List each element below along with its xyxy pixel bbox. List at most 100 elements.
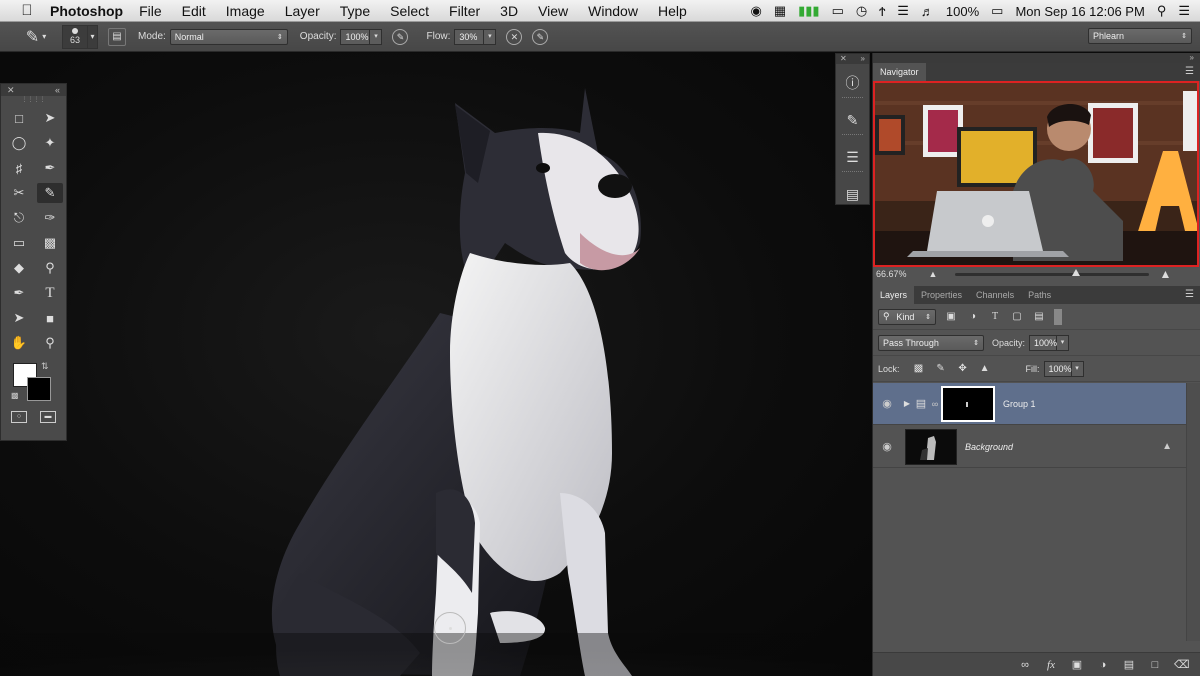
path-selection-tool-icon[interactable]: ➤ xyxy=(6,308,32,328)
default-colors-icon[interactable]: ▩ xyxy=(11,391,19,400)
move-tool-icon[interactable]: ➤ xyxy=(37,108,63,128)
fill-dropdown-icon[interactable]: ▾ xyxy=(1071,360,1084,377)
pen-tool-icon[interactable]: ✒ xyxy=(6,283,32,303)
adjustment-layer-icon[interactable]: ◑ xyxy=(1096,659,1110,671)
zoom-slider[interactable] xyxy=(955,268,1150,276)
airbrush-icon[interactable]: ✕ xyxy=(506,28,523,45)
volume-icon[interactable]: ♬ xyxy=(921,4,934,19)
tab-channels[interactable]: Channels xyxy=(969,286,1021,304)
filter-toggle-icon[interactable] xyxy=(1054,308,1062,325)
clock[interactable]: Mon Sep 16 12:06 PM xyxy=(1015,4,1144,19)
opacity-dropdown-icon[interactable]: ▾ xyxy=(370,28,383,45)
time-machine-icon[interactable]: ◷ xyxy=(856,3,867,19)
crop-tool-icon[interactable]: ♯ xyxy=(6,158,32,178)
layer-name[interactable]: Group 1 xyxy=(1003,399,1036,409)
document-canvas[interactable] xyxy=(0,53,872,676)
brush-panel-toggle-icon[interactable]: ▤ xyxy=(108,27,126,46)
trash-icon[interactable]: ⌫ xyxy=(1174,658,1190,671)
app-menu[interactable]: Photoshop xyxy=(50,3,123,19)
menu-file[interactable]: File xyxy=(139,3,162,19)
pressure-size-icon[interactable]: ✎ xyxy=(532,28,549,45)
quick-mask-icon[interactable]: ○ xyxy=(11,411,27,423)
screen-mode-icon[interactable]: ▬ xyxy=(40,411,56,423)
collapse-icon[interactable]: » xyxy=(1190,53,1194,63)
actions-panel-icon[interactable]: ▤ xyxy=(840,183,866,205)
evernote-icon[interactable]: ◉ xyxy=(750,3,761,19)
navigator-view-box[interactable] xyxy=(873,81,1199,267)
filter-kind-select[interactable]: ⚲ Kind ⇕ xyxy=(878,308,936,325)
notification-center-icon[interactable]: ☰ xyxy=(1178,3,1190,19)
type-tool-icon[interactable]: T xyxy=(37,283,63,303)
menu-window[interactable]: Window xyxy=(588,3,638,19)
zoom-in-icon[interactable]: ▲ xyxy=(1159,267,1171,281)
flow-dropdown-icon[interactable]: ▾ xyxy=(484,28,497,45)
filter-type-icon[interactable]: T xyxy=(988,310,1002,324)
zoom-tool-icon[interactable]: ⚲ xyxy=(37,333,63,353)
brush-presets-icon[interactable]: ☰ xyxy=(840,146,866,168)
lock-position-icon[interactable]: ✥ xyxy=(956,362,970,376)
brush-tool-icon[interactable]: ✎ xyxy=(37,183,63,203)
add-mask-icon[interactable]: ▣ xyxy=(1070,658,1084,671)
eraser-tool-icon[interactable]: ▭ xyxy=(6,233,32,253)
mode-select[interactable]: Normal ⇕ xyxy=(169,28,288,45)
visibility-eye-icon[interactable]: ◉ xyxy=(873,397,901,410)
pressure-opacity-icon[interactable]: ✎ xyxy=(392,28,409,45)
layer-row-background[interactable]: ◉ Background ▲ xyxy=(873,426,1186,468)
apple-menu-icon[interactable]:  xyxy=(18,2,36,19)
expand-arrow-icon[interactable]: ▶ xyxy=(901,399,913,408)
layer-row-group-1[interactable]: ◉ ▶ ▤ ∞ Group 1 xyxy=(873,383,1186,425)
menu-layer[interactable]: Layer xyxy=(285,3,320,19)
brush-picker-dropdown-icon[interactable]: ▾ xyxy=(88,24,98,49)
zoom-percent[interactable]: 66.67% xyxy=(876,269,907,279)
clone-stamp-tool-icon[interactable]: ⎋ xyxy=(6,208,32,228)
filter-shape-icon[interactable]: ▢ xyxy=(1010,310,1024,324)
zoom-out-icon[interactable]: ▲ xyxy=(929,269,938,279)
blend-mode-select[interactable]: Pass Through ⇕ xyxy=(878,334,984,351)
layers-scrollbar[interactable] xyxy=(1186,383,1200,641)
layer-thumbnail[interactable] xyxy=(905,428,957,465)
layer-opacity-dropdown-icon[interactable]: ▾ xyxy=(1057,334,1070,351)
filter-adjustment-icon[interactable]: ◑ xyxy=(966,310,980,324)
collapse-icon[interactable]: « xyxy=(55,84,60,96)
layer-name[interactable]: Background xyxy=(965,442,1013,452)
eyedropper-tool-icon[interactable]: ✒ xyxy=(37,158,63,178)
flow-field[interactable]: 30% xyxy=(454,28,485,45)
history-brush-tool-icon[interactable]: ✑ xyxy=(37,208,63,228)
tab-layers[interactable]: Layers xyxy=(873,286,915,304)
expand-icon[interactable]: » xyxy=(861,54,865,64)
filter-smart-object-icon[interactable]: ▤ xyxy=(1032,310,1046,324)
opacity-field[interactable]: 100% xyxy=(340,28,371,45)
tool-presets-icon[interactable]: ✎ xyxy=(840,109,866,131)
menu-help[interactable]: Help xyxy=(658,3,687,19)
layer-opacity-field[interactable]: 100% xyxy=(1029,334,1057,351)
menu-type[interactable]: Type xyxy=(340,3,370,19)
workspace-select[interactable]: Phlearn ⇕ xyxy=(1088,28,1192,44)
spotlight-search-icon[interactable]: ⚲ xyxy=(1157,3,1167,19)
new-group-folder-icon[interactable]: ▤ xyxy=(1122,658,1136,671)
menu-edit[interactable]: Edit xyxy=(182,3,206,19)
rectangle-tool-icon[interactable]: ■ xyxy=(37,308,63,328)
blur-tool-icon[interactable]: ◆ xyxy=(6,258,32,278)
layer-style-fx-icon[interactable]: fx xyxy=(1044,659,1058,671)
healing-brush-tool-icon[interactable]: ✂ xyxy=(6,183,32,203)
hand-tool-icon[interactable]: ✋ xyxy=(6,333,32,353)
gradient-tool-icon[interactable]: ▩ xyxy=(37,233,63,253)
lock-pixels-icon[interactable]: ✎ xyxy=(934,362,948,376)
panel-menu-icon[interactable]: ☰ xyxy=(1185,66,1194,77)
close-icon[interactable]: ✕ xyxy=(840,54,847,64)
menu-filter[interactable]: Filter xyxy=(449,3,480,19)
brush-size-picker[interactable]: 63 xyxy=(62,24,88,49)
lasso-tool-icon[interactable]: ◯ xyxy=(6,133,32,153)
menu-image[interactable]: Image xyxy=(226,3,265,19)
menu-view[interactable]: View xyxy=(538,3,568,19)
airplay-icon[interactable]: ▭ xyxy=(832,3,844,19)
filter-pixel-icon[interactable]: ▣ xyxy=(944,310,958,324)
navigator-preview[interactable] xyxy=(873,81,1199,267)
activity-monitor-icon[interactable]: ▮▮▮ xyxy=(798,3,819,19)
dodge-tool-icon[interactable]: ⚲ xyxy=(37,258,63,278)
link-icon[interactable]: ∞ xyxy=(929,399,941,409)
tab-properties[interactable]: Properties xyxy=(914,286,969,304)
lock-all-icon[interactable]: ▲ xyxy=(978,362,992,376)
fill-field[interactable]: 100% xyxy=(1043,360,1072,377)
panel-menu-icon[interactable]: ☰ xyxy=(1185,289,1194,300)
